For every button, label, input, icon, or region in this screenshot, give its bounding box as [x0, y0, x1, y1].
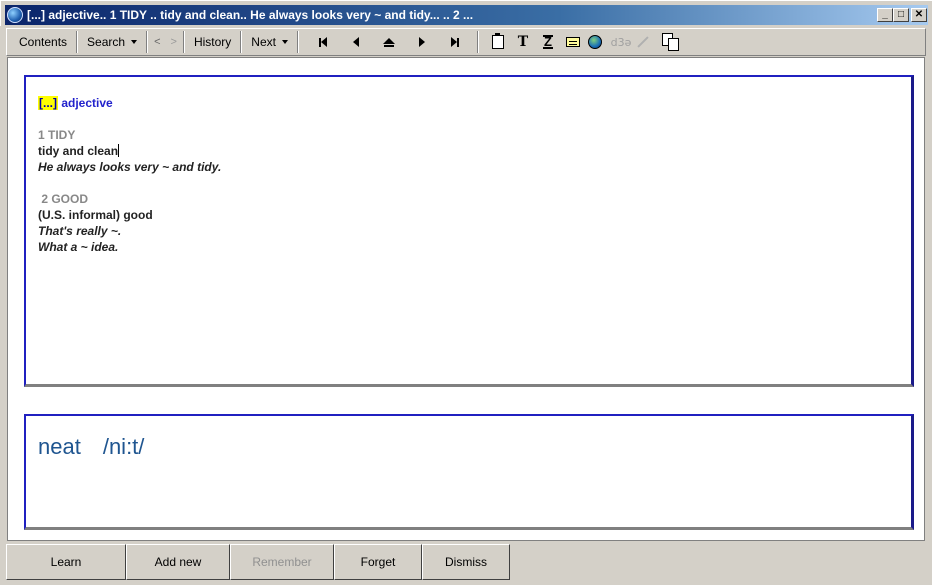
chevron-down-icon: [281, 40, 288, 44]
sense-definition: tidy and clean: [38, 144, 120, 158]
headword-panel[interactable]: neat/ni:t/: [24, 414, 914, 530]
next-entry-button[interactable]: [410, 31, 434, 53]
text-cursor: [118, 144, 120, 157]
globe-button[interactable]: [584, 31, 606, 53]
toolbar: Contents Search < > History Next T Z d3ə: [6, 28, 926, 56]
toolbar-separator: [476, 31, 479, 53]
next-label: Next: [251, 35, 276, 49]
toolbar-separator: [296, 31, 299, 53]
globe-icon: [587, 35, 602, 49]
last-icon: [450, 37, 459, 47]
sense-example: That's really ~.: [38, 224, 122, 238]
previous-icon: [352, 37, 359, 47]
history-button[interactable]: History: [186, 31, 239, 53]
sense-example: He always looks very ~ and tidy.: [38, 160, 222, 174]
toolbar-separator: [146, 31, 149, 53]
contents-button[interactable]: Contents: [11, 31, 75, 53]
window-title: [...] adjective.. 1 TIDY .. tidy and cle…: [27, 8, 474, 22]
add-new-button[interactable]: Add new: [126, 544, 230, 580]
pronunciation: /ni:t/: [102, 434, 145, 459]
maximize-button[interactable]: □: [893, 8, 909, 22]
copy-button[interactable]: [660, 31, 682, 53]
z-button[interactable]: Z: [537, 31, 559, 53]
part-of-speech: adjective: [61, 96, 113, 110]
first-button[interactable]: [311, 31, 335, 53]
wand-icon: [637, 36, 649, 48]
minimize-button[interactable]: _: [877, 8, 893, 22]
remember-button[interactable]: Remember: [230, 544, 334, 580]
clipboard-button[interactable]: [487, 31, 509, 53]
card-button[interactable]: [562, 31, 584, 53]
title-bar-inner: [...] adjective.. 1 TIDY .. tidy and cle…: [5, 5, 928, 25]
card-icon: [565, 37, 580, 47]
copy-icon: [661, 33, 680, 51]
back-button[interactable]: <: [149, 31, 165, 53]
sense-definition: (U.S. informal) good: [38, 208, 153, 222]
search-label: Search: [87, 35, 126, 49]
forward-button[interactable]: >: [166, 31, 182, 53]
sense-title: 1 TIDY: [38, 128, 76, 142]
text-button[interactable]: T: [512, 31, 534, 53]
entry-header: [...] adjective: [38, 95, 221, 111]
hidden-word-placeholder: [...]: [38, 96, 58, 110]
sense-example: What a ~ idea.: [38, 240, 119, 254]
previous-button[interactable]: [344, 31, 368, 53]
up-button[interactable]: [377, 31, 401, 53]
toolbar-separator: [240, 31, 243, 53]
next-icon: [418, 37, 425, 47]
action-bar: Learn Add new Remember Forget Dismiss: [6, 544, 510, 580]
title-bar: [...] adjective.. 1 TIDY .. tidy and cle…: [0, 0, 932, 26]
headword: neat/ni:t/: [38, 434, 144, 460]
ipa-button[interactable]: d3ə: [610, 31, 632, 53]
sense-title: 2 GOOD: [38, 192, 89, 206]
z-icon: Z: [542, 34, 553, 49]
first-icon: [318, 37, 327, 47]
clipboard-icon: [491, 33, 504, 49]
wand-button[interactable]: [632, 31, 654, 53]
dismiss-button[interactable]: Dismiss: [422, 544, 510, 580]
up-icon: [382, 37, 395, 47]
app-globe-icon[interactable]: [7, 7, 23, 23]
text-icon: T: [517, 34, 529, 50]
learn-button[interactable]: Learn: [6, 544, 126, 580]
headword-text: neat: [38, 434, 81, 459]
definition-panel[interactable]: [...] adjective 1 TIDY tidy and clean He…: [24, 75, 914, 387]
toolbar-separator: [182, 31, 185, 53]
last-button[interactable]: [443, 31, 467, 53]
close-button[interactable]: ✕: [911, 8, 927, 22]
search-button[interactable]: Search: [79, 31, 145, 53]
window-controls: _ □ ✕: [877, 8, 927, 22]
chevron-down-icon: [131, 40, 138, 44]
toolbar-separator: [76, 31, 79, 53]
next-button[interactable]: Next: [243, 31, 296, 53]
definition-text: [...] adjective 1 TIDY tidy and clean He…: [38, 95, 221, 255]
ipa-icon: d3ə: [610, 35, 632, 49]
forget-button[interactable]: Forget: [334, 544, 422, 580]
